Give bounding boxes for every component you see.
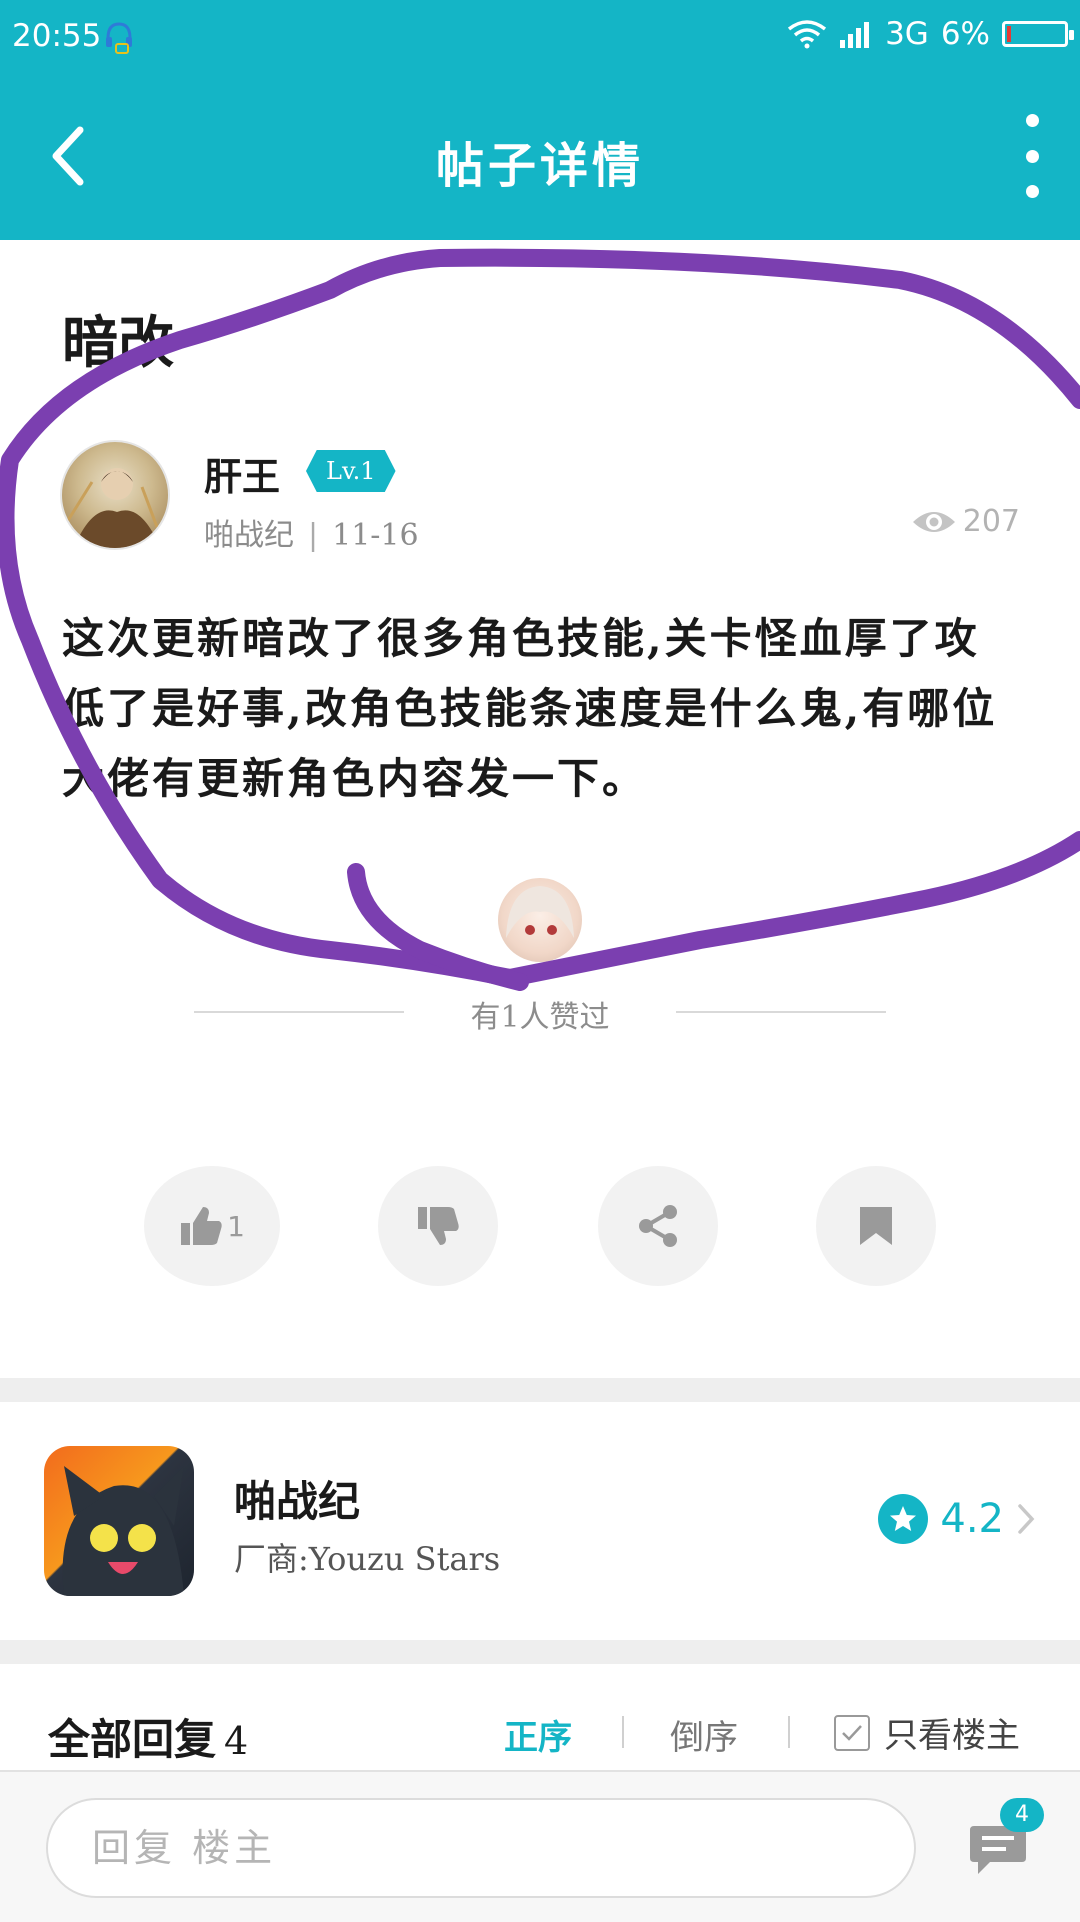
thumbs-up-icon [181,1207,222,1245]
like-count: 1 [227,1209,245,1243]
liker-avatar[interactable] [498,878,582,962]
view-count-value: 207 [962,504,1020,539]
post-meta: 啪战纪 | 11-16 [204,518,419,553]
only-owner-toggle[interactable]: 只看楼主 [834,1708,1020,1757]
status-bar: 20:55 3G 6% [0,0,1080,76]
section-divider [0,1378,1080,1402]
bookmark-icon [860,1207,892,1245]
likes-summary[interactable]: 有1人赞过 [0,992,1080,1036]
game-icon-image [62,1466,184,1596]
sort-separator [622,1716,624,1748]
bottom-bar: 回复 楼主 4 [0,1770,1080,1922]
bookmark-button[interactable] [816,1166,936,1286]
wifi-icon [787,20,827,49]
view-count: 207 [911,504,1020,539]
game-name[interactable]: 啪战纪 [234,1468,360,1529]
like-button[interactable]: 1 [144,1166,280,1286]
game-icon[interactable] [44,1446,194,1596]
battery-percent: 6% [940,16,990,52]
network-type: 3G [885,16,929,52]
replies-title: 全部回复 [48,1715,217,1764]
replies-count: 4 [224,1719,249,1763]
sort-descending[interactable]: 倒序 [670,1710,738,1759]
thumbs-down-icon [418,1207,459,1245]
checkbox-icon[interactable] [834,1714,870,1751]
star-icon [878,1494,929,1544]
dislike-button[interactable] [378,1166,498,1286]
only-owner-label: 只看楼主 [884,1716,1020,1756]
replies-header: 全部回复 4 [48,1706,248,1767]
post-content: 这次更新暗改了很多角色技能,关卡怪血厚了攻低了是好事,改角色技能条速度是什么鬼,… [62,614,998,803]
author-avatar-image [65,468,161,548]
status-right: 3G 6% [787,16,1074,52]
headset-icon [106,22,132,54]
nav-bar: 帖子详情 [0,76,1080,240]
level-badge: Lv.1 [306,450,396,492]
sort-ascending[interactable]: 正序 [504,1710,572,1759]
post-title: 暗改 [62,310,174,376]
rating-value: 4.2 [940,1496,1004,1542]
author-avatar[interactable] [60,440,170,550]
chevron-right-icon [1018,1504,1035,1534]
status-time: 20:55 [12,18,102,54]
liker-avatar-image [506,886,574,938]
more-options-icon[interactable] [1020,114,1044,198]
share-button[interactable] [598,1166,718,1286]
author-name[interactable]: 肝王 [204,446,280,501]
reply-input[interactable]: 回复 楼主 [46,1798,916,1898]
game-vendor: 厂商:Youzu Stars [234,1540,501,1578]
sort-separator-2 [788,1716,790,1748]
page-title: 帖子详情 [435,138,644,194]
share-icon [639,1205,677,1247]
top-bar: 20:55 3G 6% 帖子详情 [0,0,1080,240]
comment-count-badge: 4 [1000,1798,1044,1832]
post-date: 11-16 [332,518,419,553]
post-game: 啪战纪 [204,518,294,553]
signal-icon [840,22,870,48]
battery-icon [1002,21,1074,47]
eye-icon [912,511,955,532]
game-rating[interactable]: 4.2 [878,1494,1036,1544]
section-divider-2 [0,1640,1080,1664]
